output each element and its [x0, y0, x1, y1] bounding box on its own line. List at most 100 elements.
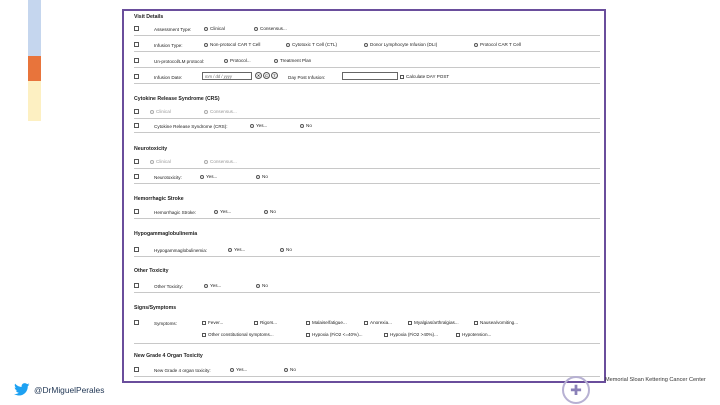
symptom-rigors[interactable]: Rigors... [254, 320, 277, 325]
row-infusion-date: Infusion Date: mm / dd / yyyy ✕ C T Day … [134, 72, 600, 84]
radio-icon [286, 42, 290, 47]
hemo-yes-radio[interactable]: Yes... [214, 209, 231, 214]
row-checkbox[interactable] [134, 109, 139, 114]
section-title-hypogammaglobulinemia: Hypogammaglobulinemia [134, 231, 198, 237]
grade4-no-radio[interactable]: No [284, 367, 296, 372]
neurotoxicity-label: Neurotoxicity: [154, 175, 182, 180]
grade4-yes-radio[interactable]: Yes... [230, 367, 247, 372]
radio-icon [230, 367, 234, 372]
assessment-option-clinical[interactable]: Clinical [204, 26, 225, 31]
symptom-hypotension[interactable]: Hypotension... [456, 332, 491, 337]
other-toxicity-label: Other Toxicity: [154, 284, 184, 289]
checkbox-icon [408, 320, 412, 325]
row-checkbox[interactable] [134, 159, 139, 164]
assessment-type-label: Assessment Type: [154, 27, 192, 32]
calendar-button[interactable]: C [263, 72, 270, 79]
crs-option-clinical[interactable]: Clinical [150, 109, 171, 114]
hemorrhagic-stroke-label: Hemorrhagic Stroke: [154, 210, 197, 215]
row-checkbox[interactable] [134, 123, 139, 128]
row-checkbox[interactable] [134, 247, 139, 252]
twitter-bird-icon [14, 383, 30, 396]
symptom-malaise-fatigue[interactable]: Malaise/fatigue... [306, 320, 347, 325]
other-yes-radio[interactable]: Yes... [204, 283, 221, 288]
section-title-hemorrhagic-stroke: Hemorrhagic Stroke [134, 196, 184, 202]
row-unprotocol: Un-protocol/LM protocol: Protocol... Tre… [134, 58, 600, 68]
row-checkbox[interactable] [134, 283, 139, 288]
checkbox-icon [202, 332, 206, 337]
neuro-option-consensus[interactable]: Consensus... [204, 159, 237, 164]
unprotocol-label: Un-protocol/LM protocol: [154, 59, 205, 64]
crs-label: Cytokine Release Syndrome (CRS): [154, 124, 228, 129]
checkbox-icon [384, 332, 388, 337]
symptom-nausea-vomiting[interactable]: Nausea/vomiting... [474, 320, 518, 325]
row-symptoms: Symptoms: Fever... Rigors... Malaise/fat… [134, 320, 600, 344]
row-hypogammaglobulinemia: Hypogammaglobulinemia: Yes... No [134, 247, 600, 257]
radio-icon [284, 367, 288, 372]
row-checkbox[interactable] [134, 367, 139, 372]
crs-no-radio[interactable]: No [300, 123, 312, 128]
unprotocol-option-treatment-plan[interactable]: Treatment Plan [274, 58, 311, 63]
section-title-visit: Visit Details [134, 14, 164, 20]
infusion-option-dli[interactable]: Donor Lymphocyte Infusion (DLI) [364, 42, 437, 47]
accent-bar-orange [28, 56, 41, 81]
radio-icon [256, 283, 260, 288]
crs-yes-radio[interactable]: Yes... [250, 123, 267, 128]
section-title-signs-symptoms: Signs/Symptoms [134, 305, 177, 311]
symptom-hypoxia-low[interactable]: Hypoxia (FiO2 <=40%)... [306, 332, 363, 337]
checkbox-icon [364, 320, 368, 325]
radio-icon [254, 26, 258, 31]
infusion-option-protocol[interactable]: Protocol CAR T Cell [474, 42, 521, 47]
symptom-anorexia[interactable]: Anorexia... [364, 320, 392, 325]
other-no-radio[interactable]: No [256, 283, 268, 288]
crs-option-consensus[interactable]: Consensus... [204, 109, 237, 114]
row-checkbox[interactable] [134, 174, 139, 179]
radio-icon [256, 174, 260, 179]
radio-icon [224, 58, 228, 63]
row-checkbox[interactable] [134, 26, 139, 31]
unprotocol-option-protocol[interactable]: Protocol... [224, 58, 251, 63]
radio-icon [474, 42, 478, 47]
today-button[interactable]: T [271, 72, 278, 79]
hypo-yes-radio[interactable]: Yes... [228, 247, 245, 252]
clear-date-button[interactable]: ✕ [255, 72, 262, 79]
infusion-option-ctl[interactable]: Cytotoxic T Cell (CTL) [286, 42, 337, 47]
twitter-credit: @DrMiguelPerales [14, 383, 104, 396]
radio-icon [264, 209, 268, 214]
form-panel: Visit Details Assessment Type: Clinical … [122, 9, 606, 383]
assessment-option-consensus[interactable]: Consensus... [254, 26, 287, 31]
neuro-option-clinical[interactable]: Clinical [150, 159, 171, 164]
institution-name: Memorial Sloan Kettering Cancer Center [605, 377, 706, 383]
neuro-yes-radio[interactable]: Yes... [200, 174, 217, 179]
checkbox-icon [456, 332, 460, 337]
row-neuro-assessment: Clinical Consensus... [134, 159, 600, 169]
symptom-hypoxia-high[interactable]: Hypoxia (FiO2 >40%)... [384, 332, 438, 337]
row-checkbox[interactable] [134, 42, 139, 47]
row-checkbox[interactable] [134, 320, 139, 325]
checkbox-icon [202, 320, 206, 325]
radio-icon [200, 174, 204, 179]
symptom-fever[interactable]: Fever... [202, 320, 223, 325]
neuro-no-radio[interactable]: No [256, 174, 268, 179]
twitter-handle: @DrMiguelPerales [34, 384, 105, 395]
calculate-day-post-checkbox[interactable]: Calculate DAY POST [400, 74, 449, 79]
section-title-neurotoxicity: Neurotoxicity [134, 146, 168, 152]
msk-logo-icon: ✚ [562, 376, 590, 404]
hypo-no-radio[interactable]: No [280, 247, 292, 252]
infusion-type-label: Infusion Type: [154, 43, 183, 48]
row-checkbox[interactable] [134, 58, 139, 63]
symptom-myalgias[interactable]: Myalgias/arthralgias... [408, 320, 459, 325]
infusion-date-input[interactable]: mm / dd / yyyy [202, 72, 252, 80]
symptom-other-constitutional[interactable]: Other constitutional symptoms... [202, 332, 274, 337]
checkbox-icon [306, 332, 310, 337]
infusion-option-nonprotocol[interactable]: Non-protocol CAR T Cell [204, 42, 260, 47]
accent-bar-yellow [28, 81, 41, 121]
row-checkbox[interactable] [134, 209, 139, 214]
checkbox-icon [474, 320, 478, 325]
radio-icon [204, 109, 208, 114]
day-post-input[interactable] [342, 72, 398, 80]
row-checkbox[interactable] [134, 74, 139, 79]
radio-icon [214, 209, 218, 214]
hypogammaglobulinemia-label: Hypogammaglobulinemia: [154, 248, 208, 253]
radio-icon [300, 123, 304, 128]
hemo-no-radio[interactable]: No [264, 209, 276, 214]
